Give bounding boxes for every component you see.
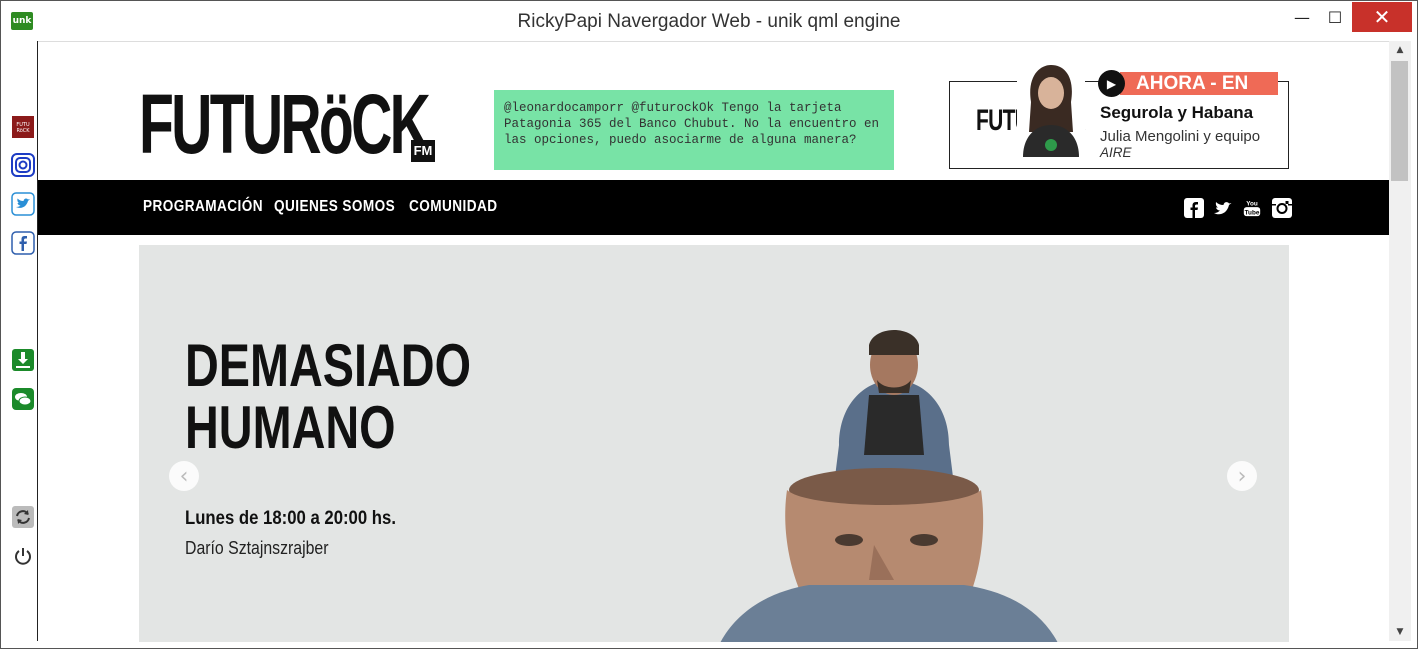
scroll-down-icon[interactable]: ▼ xyxy=(1389,623,1411,641)
svg-text:You: You xyxy=(1246,200,1258,207)
hero-host: Darío Sztajnszrajber xyxy=(185,538,329,558)
download-icon[interactable] xyxy=(11,348,35,372)
minimize-icon: — xyxy=(1294,7,1310,27)
refresh-icon[interactable] xyxy=(11,505,35,529)
facebook-icon[interactable] xyxy=(11,231,35,255)
carousel-next-button[interactable]: › xyxy=(1227,461,1257,491)
chat-icon[interactable] xyxy=(11,387,35,411)
left-sidebar: FUTU RöCK xyxy=(9,41,38,641)
web-viewport[interactable]: FUTURöCK FM @leonardocamporr @futurockOk… xyxy=(38,41,1389,642)
scroll-thumb[interactable] xyxy=(1391,61,1408,181)
facebook-icon[interactable] xyxy=(1184,198,1204,218)
nav-quienes-somos[interactable]: QUIENES SOMOS xyxy=(274,198,395,216)
close-icon: ✕ xyxy=(1373,5,1391,29)
nav-comunidad[interactable]: COMUNIDAD xyxy=(409,198,497,216)
live-now-card[interactable]: FUTURöCK AHORA - EN VIVO ▶ Segurola y Ha… xyxy=(949,57,1289,169)
svg-text:Tube: Tube xyxy=(1245,209,1260,216)
youtube-icon[interactable]: You Tube xyxy=(1242,198,1262,218)
title-bar[interactable]: unk RickyPapi Navergador Web - unik qml … xyxy=(1,1,1417,41)
svg-text:RöCK: RöCK xyxy=(16,128,30,134)
twitter-icon[interactable] xyxy=(11,192,35,216)
instagram-icon[interactable] xyxy=(1272,198,1292,218)
main-nav: PROGRAMACIÓN QUIENES SOMOS COMUNIDAD You… xyxy=(38,180,1389,235)
hero-title: DEMASIADO HUMANO xyxy=(185,332,472,461)
site-logo[interactable]: FUTURöCK FM xyxy=(139,77,439,171)
live-show-name: Segurola y Habana xyxy=(1100,103,1254,122)
logo-text: FUTURöCK xyxy=(139,77,431,171)
live-status: AIRE xyxy=(1100,145,1132,160)
browser-window: unk RickyPapi Navergador Web - unik qml … xyxy=(0,0,1418,649)
maximize-icon: ☐ xyxy=(1327,7,1343,27)
play-icon[interactable]: ▶ xyxy=(1098,70,1125,97)
instagram-icon[interactable] xyxy=(11,153,35,177)
hero-schedule: Lunes de 18:00 a 20:00 hs. xyxy=(185,508,396,529)
vertical-scrollbar[interactable]: ▲ ▼ xyxy=(1389,41,1411,641)
live-badge-label: AHORA - EN VIVO xyxy=(1120,72,1278,117)
carousel-prev-button[interactable]: ‹ xyxy=(169,461,199,491)
tweet-box[interactable]: @leonardocamporr @futurockOk Tengo la ta… xyxy=(494,90,894,170)
hero-slide[interactable]: DEMASIADO HUMANO Lunes de 18:00 a 20:00 … xyxy=(139,245,1289,642)
futurock-icon[interactable]: FUTU RöCK xyxy=(11,115,35,139)
live-badge: AHORA - EN VIVO ▶ xyxy=(1098,70,1278,117)
hero-photo xyxy=(720,330,1058,642)
live-hosts: Julia Mengolini y equipo xyxy=(1100,128,1261,145)
nav-programacion[interactable]: PROGRAMACIÓN xyxy=(143,198,263,216)
window-title: RickyPapi Navergador Web - unik qml engi… xyxy=(517,11,901,32)
twitter-icon[interactable] xyxy=(1213,198,1233,218)
close-button[interactable]: ✕ xyxy=(1352,2,1412,32)
scroll-up-icon[interactable]: ▲ xyxy=(1389,41,1411,59)
logo-fm-badge: FM xyxy=(411,140,435,162)
host-photo xyxy=(1017,57,1085,157)
power-icon[interactable] xyxy=(11,544,35,568)
